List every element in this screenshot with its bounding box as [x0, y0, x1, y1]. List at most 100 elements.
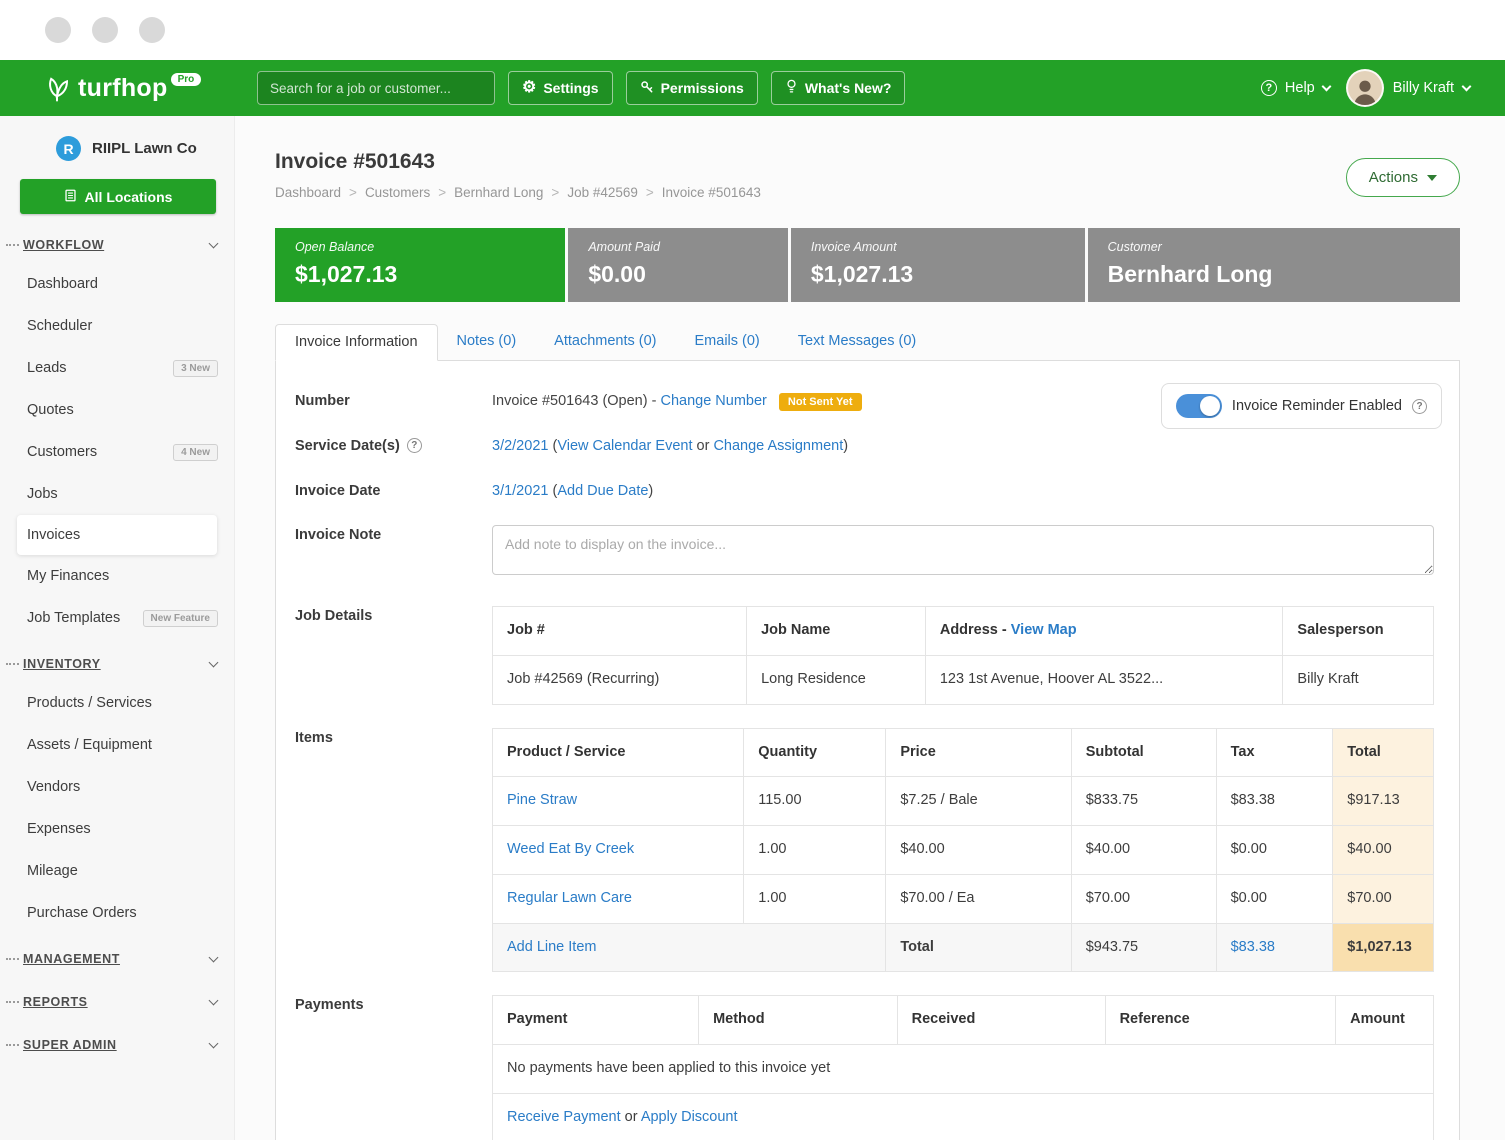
stat-value: $0.00	[588, 261, 768, 288]
sidebar-section-super-admin[interactable]: SUPER ADMIN	[0, 1020, 234, 1063]
price-cell: $40.00	[886, 826, 1071, 875]
col-address: Address - View Map	[925, 607, 1283, 656]
col-quantity: Quantity	[744, 728, 886, 777]
key-icon	[640, 80, 654, 97]
subtotal-cell: $40.00	[1071, 826, 1216, 875]
job-details-row: Job Details Job # Job Name Address - Vie…	[295, 606, 1434, 705]
sidebar-item-vendors[interactable]: Vendors	[0, 766, 234, 808]
sidebar-section-inventory[interactable]: INVENTORY	[0, 639, 234, 682]
sidebar-section-management[interactable]: MANAGEMENT	[0, 934, 234, 977]
sidebar-item-mileage[interactable]: Mileage	[0, 850, 234, 892]
apply-discount-link[interactable]: Apply Discount	[641, 1109, 738, 1125]
invoice-note-input[interactable]	[492, 525, 1434, 575]
settings-button[interactable]: ⚙ Settings	[508, 71, 613, 105]
product-link[interactable]: Pine Straw	[507, 792, 577, 808]
stat-value: Bernhard Long	[1108, 261, 1440, 288]
sidebar-section-reports[interactable]: REPORTS	[0, 977, 234, 1020]
sidebar-item-job-templates[interactable]: Job Templates New Feature	[0, 597, 234, 639]
payments-row: Payments Payment Method Received Referen…	[295, 995, 1434, 1140]
sidebar-item-label: Job Templates	[27, 610, 120, 626]
tab-attachments[interactable]: Attachments (0)	[535, 324, 675, 360]
tab-notes[interactable]: Notes (0)	[438, 324, 536, 360]
subtotal-cell: $70.00	[1071, 874, 1216, 923]
add-due-date-link[interactable]: Add Due Date	[557, 483, 648, 499]
sidebar-item-my-finances[interactable]: My Finances	[0, 555, 234, 597]
tab-bar: Invoice Information Notes (0) Attachment…	[275, 324, 1460, 360]
change-number-link[interactable]: Change Number	[660, 393, 766, 409]
tab-emails[interactable]: Emails (0)	[676, 324, 779, 360]
section-label: MANAGEMENT	[23, 952, 120, 966]
all-locations-button[interactable]: All Locations	[20, 179, 216, 214]
actions-button[interactable]: Actions	[1346, 158, 1460, 197]
sidebar-item-label: Dashboard	[27, 276, 98, 292]
product-link[interactable]: Regular Lawn Care	[507, 890, 632, 906]
sidebar-item-jobs[interactable]: Jobs	[0, 473, 234, 515]
whats-new-button[interactable]: What's New?	[771, 71, 906, 105]
price-cell: $70.00 / Ea	[886, 874, 1071, 923]
sidebar-item-quotes[interactable]: Quotes	[0, 389, 234, 431]
caret-down-icon	[1427, 175, 1437, 181]
chevron-down-icon	[209, 953, 219, 963]
sidebar-item-customers[interactable]: Customers 4 New	[0, 431, 234, 473]
breadcrumb-customer-name[interactable]: Bernhard Long	[454, 185, 543, 200]
window-dot	[139, 17, 165, 43]
sidebar-item-leads[interactable]: Leads 3 New	[0, 347, 234, 389]
sidebar-section-workflow[interactable]: WORKFLOW	[0, 220, 234, 263]
stat-label: Open Balance	[295, 240, 545, 254]
col-received: Received	[897, 996, 1105, 1045]
page-title: Invoice #501643	[275, 150, 1460, 174]
add-line-item-link[interactable]: Add Line Item	[507, 939, 596, 955]
company-selector[interactable]: R RIIPL Lawn Co	[0, 130, 234, 169]
product-link[interactable]: Weed Eat By Creek	[507, 841, 634, 857]
sidebar-item-scheduler[interactable]: Scheduler	[0, 305, 234, 347]
sidebar-item-purchase-orders[interactable]: Purchase Orders	[0, 892, 234, 934]
sidebar-item-expenses[interactable]: Expenses	[0, 808, 234, 850]
invoice-information-panel: Invoice Reminder Enabled ? Number Invoic…	[275, 360, 1460, 1140]
sidebar-item-dashboard[interactable]: Dashboard	[0, 263, 234, 305]
job-number-cell: Job #42569 (Recurring)	[493, 655, 747, 704]
view-calendar-event-link[interactable]: View Calendar Event	[557, 438, 692, 454]
pro-badge: Pro	[171, 73, 202, 86]
help-icon: ?	[1261, 80, 1277, 96]
sidebar-item-products-services[interactable]: Products / Services	[0, 682, 234, 724]
tab-text-messages[interactable]: Text Messages (0)	[779, 324, 935, 360]
sidebar-item-invoices[interactable]: Invoices	[17, 515, 217, 555]
payments-actions-row: Receive Payment or Apply Discount	[493, 1093, 1434, 1140]
sidebar: R RIIPL Lawn Co All Locations WORKFLOW D…	[0, 116, 235, 1140]
gear-icon: ⚙	[522, 80, 536, 96]
help-tooltip-icon[interactable]: ?	[407, 438, 422, 453]
invoice-reminder-toggle[interactable]	[1176, 394, 1222, 418]
footer-tax-link[interactable]: $83.38	[1231, 939, 1275, 955]
invoice-note-value	[492, 525, 1434, 583]
item-row: Weed Eat By Creek 1.00 $40.00 $40.00 $0.…	[493, 826, 1434, 875]
help-tooltip-icon[interactable]: ?	[1412, 399, 1427, 414]
total-cell: $70.00	[1333, 874, 1434, 923]
user-menu[interactable]: Billy Kraft	[1346, 69, 1470, 107]
logo[interactable]: turfhop Pro	[0, 73, 235, 103]
sidebar-item-assets-equipment[interactable]: Assets / Equipment	[0, 724, 234, 766]
stat-label: Invoice Amount	[811, 240, 1065, 254]
invoice-reminder-control: Invoice Reminder Enabled ?	[1161, 383, 1442, 429]
footer-tax-cell: $83.38	[1216, 923, 1333, 972]
locations-icon	[64, 189, 77, 205]
invoice-date-link[interactable]: 3/1/2021	[492, 483, 548, 499]
payments-value: Payment Method Received Reference Amount…	[492, 995, 1434, 1140]
help-menu[interactable]: ? Help	[1261, 80, 1330, 96]
change-assignment-link[interactable]: Change Assignment	[713, 438, 843, 454]
search-input[interactable]	[257, 71, 495, 105]
receive-payment-link[interactable]: Receive Payment	[507, 1109, 621, 1125]
breadcrumb-job[interactable]: Job #42569	[567, 185, 638, 200]
stat-customer: Customer Bernhard Long	[1088, 228, 1460, 302]
breadcrumb: Dashboard > Customers > Bernhard Long > …	[275, 185, 1460, 200]
stat-value: $1,027.13	[811, 261, 1065, 288]
quantity-cell: 1.00	[744, 874, 886, 923]
invoice-date-label: Invoice Date	[295, 481, 492, 499]
view-map-link[interactable]: View Map	[1011, 622, 1077, 638]
breadcrumb-customers[interactable]: Customers	[365, 185, 430, 200]
breadcrumb-dashboard[interactable]: Dashboard	[275, 185, 341, 200]
stat-invoice-amount: Invoice Amount $1,027.13	[791, 228, 1085, 302]
service-date-link[interactable]: 3/2/2021	[492, 438, 548, 454]
permissions-button[interactable]: Permissions	[626, 71, 758, 105]
quantity-cell: 115.00	[744, 777, 886, 826]
tab-invoice-information[interactable]: Invoice Information	[275, 324, 438, 361]
